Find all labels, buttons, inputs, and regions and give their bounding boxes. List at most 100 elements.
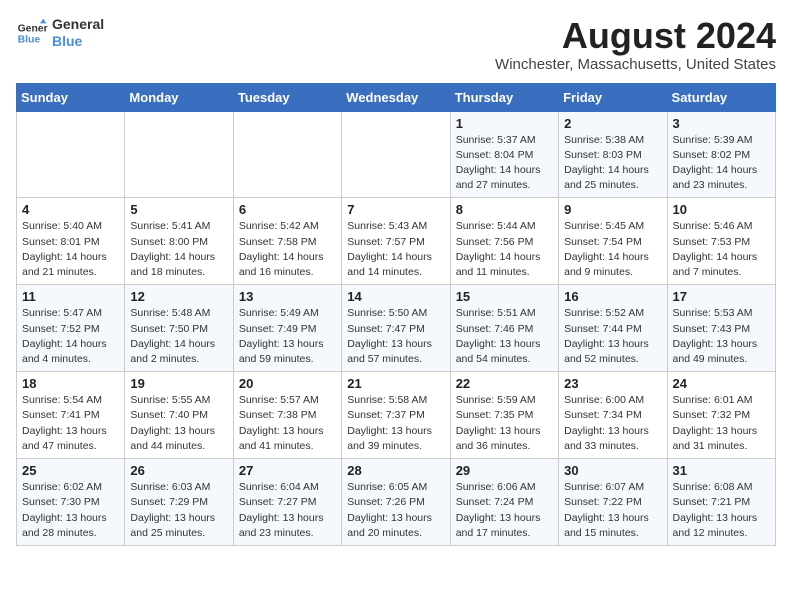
- day-info: Sunrise: 6:07 AM Sunset: 7:22 PM Dayligh…: [564, 480, 661, 541]
- day-number: 14: [347, 289, 444, 304]
- day-info: Sunrise: 5:59 AM Sunset: 7:35 PM Dayligh…: [456, 393, 553, 454]
- day-info: Sunrise: 5:42 AM Sunset: 7:58 PM Dayligh…: [239, 219, 336, 280]
- svg-text:Blue: Blue: [18, 34, 41, 45]
- calendar-cell: 20Sunrise: 5:57 AM Sunset: 7:38 PM Dayli…: [233, 372, 341, 459]
- day-info: Sunrise: 6:08 AM Sunset: 7:21 PM Dayligh…: [673, 480, 770, 541]
- calendar-cell: [342, 111, 450, 198]
- day-info: Sunrise: 6:06 AM Sunset: 7:24 PM Dayligh…: [456, 480, 553, 541]
- day-info: Sunrise: 5:52 AM Sunset: 7:44 PM Dayligh…: [564, 306, 661, 367]
- day-info: Sunrise: 5:55 AM Sunset: 7:40 PM Dayligh…: [130, 393, 227, 454]
- day-info: Sunrise: 5:51 AM Sunset: 7:46 PM Dayligh…: [456, 306, 553, 367]
- calendar-cell: 16 Sunrise: 5:52 AM Sunset: 7:44 PM Dayli…: [559, 285, 667, 372]
- calendar-cell: 27Sunrise: 6:04 AM Sunset: 7:27 PM Dayli…: [233, 459, 341, 546]
- day-number: 5: [130, 202, 227, 217]
- calendar-cell: 5Sunrise: 5:41 AM Sunset: 8:00 PM Daylig…: [125, 198, 233, 285]
- day-info: Sunrise: 5:40 AM Sunset: 8:01 PM Dayligh…: [22, 219, 119, 280]
- title-block: August 2024 Winchester, Massachusetts, U…: [495, 16, 776, 73]
- day-info: Sunrise: 5:37 AM Sunset: 8:04 PM Dayligh…: [456, 133, 553, 194]
- day-info: Sunrise: 5:38 AM Sunset: 8:03 PM Dayligh…: [564, 133, 661, 194]
- calendar-cell: 7 Sunrise: 5:43 AM Sunset: 7:57 PM Daylig…: [342, 198, 450, 285]
- day-info: Sunrise: 6:01 AM Sunset: 7:32 PM Dayligh…: [673, 393, 770, 454]
- day-number: 29: [456, 463, 553, 478]
- day-info: Sunrise: 5:43 AM Sunset: 7:57 PM Dayligh…: [347, 219, 444, 280]
- calendar-cell: 31 Sunrise: 6:08 AM Sunset: 7:21 PM Dayli…: [667, 459, 775, 546]
- calendar-cell: [233, 111, 341, 198]
- day-number: 6: [239, 202, 336, 217]
- day-number: 9: [564, 202, 661, 217]
- svg-text:General: General: [18, 23, 48, 34]
- calendar-cell: 3Sunrise: 5:39 AM Sunset: 8:02 PM Daylig…: [667, 111, 775, 198]
- day-number: 2: [564, 116, 661, 131]
- calendar-cell: 12 Sunrise: 5:48 AM Sunset: 7:50 PM Dayli…: [125, 285, 233, 372]
- day-number: 13: [239, 289, 336, 304]
- weekday-header-friday: Friday: [559, 83, 667, 111]
- day-number: 8: [456, 202, 553, 217]
- day-info: Sunrise: 5:49 AM Sunset: 7:49 PM Dayligh…: [239, 306, 336, 367]
- day-info: Sunrise: 5:58 AM Sunset: 7:37 PM Dayligh…: [347, 393, 444, 454]
- day-info: Sunrise: 6:04 AM Sunset: 7:27 PM Dayligh…: [239, 480, 336, 541]
- day-number: 12: [130, 289, 227, 304]
- calendar-table: SundayMondayTuesdayWednesdayThursdayFrid…: [16, 83, 776, 546]
- weekday-header-monday: Monday: [125, 83, 233, 111]
- day-info: Sunrise: 5:53 AM Sunset: 7:43 PM Dayligh…: [673, 306, 770, 367]
- day-number: 11: [22, 289, 119, 304]
- logo: General Blue General Blue: [16, 16, 104, 50]
- calendar-cell: 9Sunrise: 5:45 AM Sunset: 7:54 PM Daylig…: [559, 198, 667, 285]
- day-number: 25: [22, 463, 119, 478]
- calendar-cell: 17Sunrise: 5:53 AM Sunset: 7:43 PM Dayli…: [667, 285, 775, 372]
- calendar-cell: 10 Sunrise: 5:46 AM Sunset: 7:53 PM Dayli…: [667, 198, 775, 285]
- page-header: General Blue General Blue August 2024 Wi…: [16, 16, 776, 73]
- location-subtitle: Winchester, Massachusetts, United States: [495, 56, 776, 73]
- day-number: 16: [564, 289, 661, 304]
- day-number: 7: [347, 202, 444, 217]
- calendar-week-row: 4Sunrise: 5:40 AM Sunset: 8:01 PM Daylig…: [17, 198, 776, 285]
- calendar-cell: 30 Sunrise: 6:07 AM Sunset: 7:22 PM Dayli…: [559, 459, 667, 546]
- calendar-cell: 28Sunrise: 6:05 AM Sunset: 7:26 PM Dayli…: [342, 459, 450, 546]
- day-number: 23: [564, 376, 661, 391]
- weekday-header-saturday: Saturday: [667, 83, 775, 111]
- weekday-header-thursday: Thursday: [450, 83, 558, 111]
- day-number: 1: [456, 116, 553, 131]
- day-number: 31: [673, 463, 770, 478]
- day-number: 26: [130, 463, 227, 478]
- day-number: 15: [456, 289, 553, 304]
- day-info: Sunrise: 5:46 AM Sunset: 7:53 PM Dayligh…: [673, 219, 770, 280]
- day-number: 10: [673, 202, 770, 217]
- logo-line2: Blue: [52, 33, 104, 50]
- calendar-cell: 21 Sunrise: 5:58 AM Sunset: 7:37 PM Dayli…: [342, 372, 450, 459]
- calendar-cell: 13 Sunrise: 5:49 AM Sunset: 7:49 PM Dayli…: [233, 285, 341, 372]
- month-year-title: August 2024: [495, 16, 776, 56]
- calendar-cell: 11Sunrise: 5:47 AM Sunset: 7:52 PM Dayli…: [17, 285, 125, 372]
- day-info: Sunrise: 6:02 AM Sunset: 7:30 PM Dayligh…: [22, 480, 119, 541]
- calendar-cell: 4Sunrise: 5:40 AM Sunset: 8:01 PM Daylig…: [17, 198, 125, 285]
- day-info: Sunrise: 5:48 AM Sunset: 7:50 PM Dayligh…: [130, 306, 227, 367]
- calendar-cell: 24Sunrise: 6:01 AM Sunset: 7:32 PM Dayli…: [667, 372, 775, 459]
- day-info: Sunrise: 5:50 AM Sunset: 7:47 PM Dayligh…: [347, 306, 444, 367]
- calendar-week-row: 1 Sunrise: 5:37 AM Sunset: 8:04 PM Daylig…: [17, 111, 776, 198]
- day-number: 19: [130, 376, 227, 391]
- calendar-cell: 8Sunrise: 5:44 AM Sunset: 7:56 PM Daylig…: [450, 198, 558, 285]
- calendar-cell: 15 Sunrise: 5:51 AM Sunset: 7:46 PM Dayli…: [450, 285, 558, 372]
- weekday-header-sunday: Sunday: [17, 83, 125, 111]
- calendar-cell: 25 Sunrise: 6:02 AM Sunset: 7:30 PM Dayli…: [17, 459, 125, 546]
- calendar-cell: [125, 111, 233, 198]
- day-number: 28: [347, 463, 444, 478]
- logo-icon: General Blue: [16, 17, 48, 49]
- calendar-week-row: 18Sunrise: 5:54 AM Sunset: 7:41 PM Dayli…: [17, 372, 776, 459]
- day-number: 30: [564, 463, 661, 478]
- weekday-header-wednesday: Wednesday: [342, 83, 450, 111]
- logo-line1: General: [52, 16, 104, 33]
- calendar-week-row: 25 Sunrise: 6:02 AM Sunset: 7:30 PM Dayli…: [17, 459, 776, 546]
- calendar-cell: 14 Sunrise: 5:50 AM Sunset: 7:47 PM Dayli…: [342, 285, 450, 372]
- calendar-cell: 22Sunrise: 5:59 AM Sunset: 7:35 PM Dayli…: [450, 372, 558, 459]
- day-info: Sunrise: 6:03 AM Sunset: 7:29 PM Dayligh…: [130, 480, 227, 541]
- day-info: Sunrise: 5:39 AM Sunset: 8:02 PM Dayligh…: [673, 133, 770, 194]
- weekday-header-row: SundayMondayTuesdayWednesdayThursdayFrid…: [17, 83, 776, 111]
- calendar-cell: 29 Sunrise: 6:06 AM Sunset: 7:24 PM Dayli…: [450, 459, 558, 546]
- calendar-cell: 2 Sunrise: 5:38 AM Sunset: 8:03 PM Daylig…: [559, 111, 667, 198]
- day-number: 21: [347, 376, 444, 391]
- calendar-cell: 18Sunrise: 5:54 AM Sunset: 7:41 PM Dayli…: [17, 372, 125, 459]
- calendar-cell: 26 Sunrise: 6:03 AM Sunset: 7:29 PM Dayli…: [125, 459, 233, 546]
- day-info: Sunrise: 6:00 AM Sunset: 7:34 PM Dayligh…: [564, 393, 661, 454]
- calendar-cell: [17, 111, 125, 198]
